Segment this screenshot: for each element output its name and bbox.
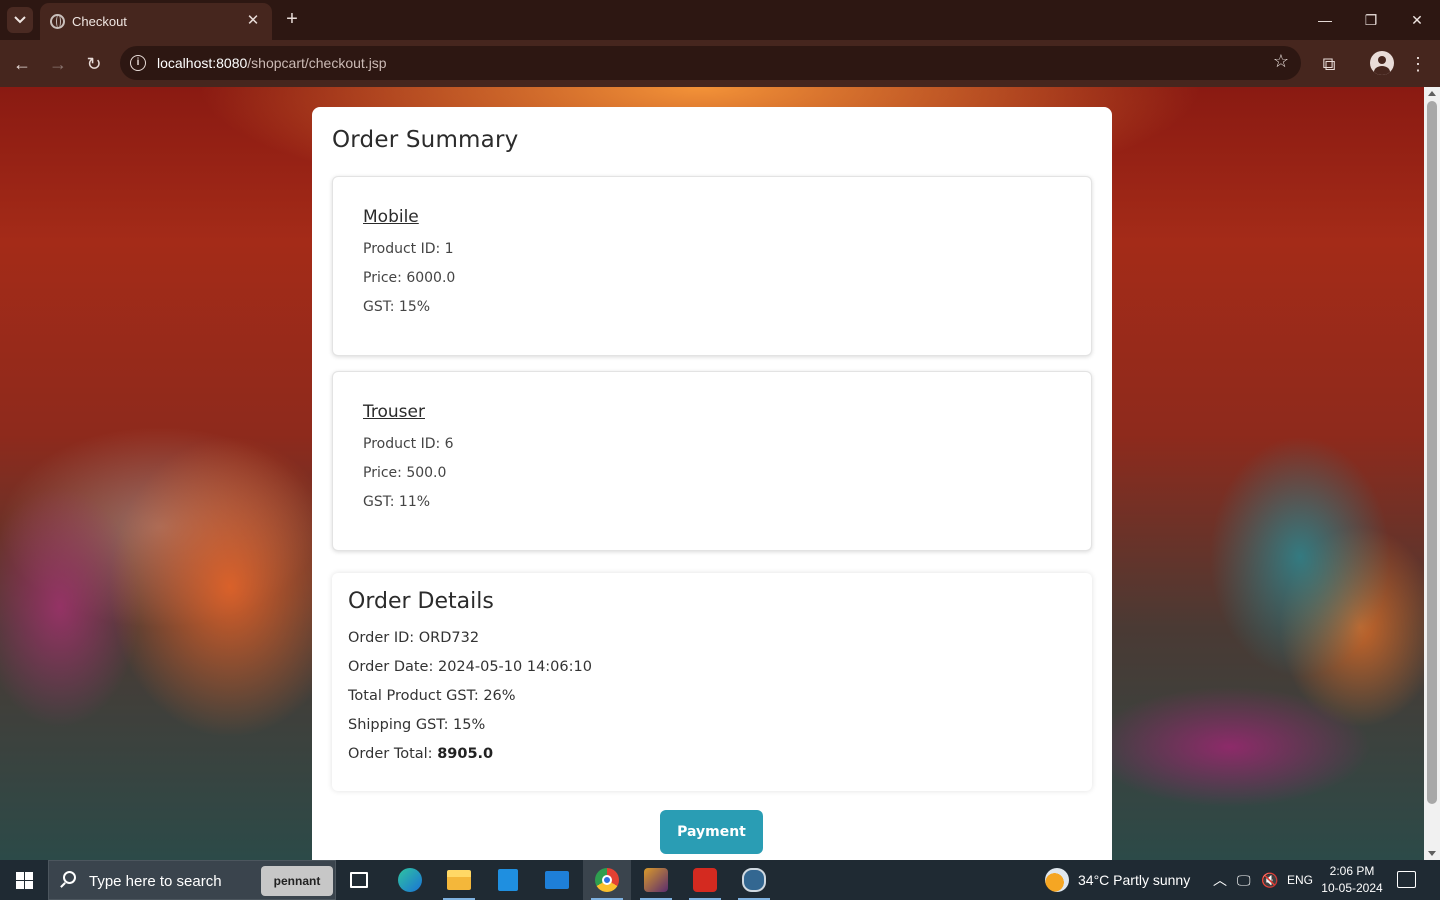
chrome-browser-icon[interactable] — [583, 860, 631, 900]
product-card: Trouser Product ID: 6 Price: 500.0 GST: … — [332, 371, 1092, 551]
search-placeholder: Type here to search — [89, 873, 222, 890]
mail-icon[interactable] — [533, 860, 581, 900]
product-name: Trouser — [363, 402, 425, 422]
url-text[interactable]: localhost:8080/shopcart/checkout.jsp — [157, 55, 387, 71]
globe-icon — [50, 14, 65, 29]
page-scrollbar[interactable] — [1424, 87, 1440, 860]
scroll-thumb[interactable] — [1427, 101, 1437, 804]
reload-icon[interactable]: ↻ — [80, 50, 108, 78]
forward-arrow-icon[interactable]: → — [44, 50, 72, 78]
tab-search-button[interactable] — [7, 7, 33, 33]
product-price: Price: 6000.0 — [363, 270, 456, 286]
product-id: Product ID: 1 — [363, 241, 454, 257]
tab-title: Checkout — [72, 14, 127, 29]
restore-button[interactable]: ❐ — [1357, 8, 1385, 32]
shipping-gst: Shipping GST: 15% — [348, 717, 486, 733]
notification-center-icon[interactable] — [1397, 871, 1416, 888]
product-id: Product ID: 6 — [363, 436, 454, 452]
address-bar[interactable]: i localhost:8080/shopcart/checkout.jsp ☆ — [120, 46, 1301, 80]
order-total: Order Total: 8905.0 — [348, 746, 493, 762]
product-gst: GST: 15% — [363, 299, 431, 315]
order-details-card: Order Details Order ID: ORD732 Order Dat… — [332, 573, 1092, 791]
browser-tab-bar: Checkout ✕ + — ❐ ✕ — [0, 0, 1440, 40]
new-tab-button[interactable]: + — [281, 9, 303, 29]
taskbar-search-box[interactable]: Type here to search pennant — [48, 860, 336, 900]
file-explorer-icon[interactable] — [435, 860, 483, 900]
clock-time: 2:06 PM — [1329, 864, 1375, 878]
pdf-reader-icon[interactable] — [681, 860, 729, 900]
product-gst: GST: 11% — [363, 494, 431, 510]
bookmark-star-icon[interactable]: ☆ — [1273, 51, 1289, 72]
weather-text[interactable]: 34°C Partly sunny — [1078, 860, 1190, 900]
product-card: Mobile Product ID: 1 Price: 6000.0 GST: … — [332, 176, 1092, 356]
extensions-puzzle-icon[interactable]: ⧉ — [1315, 50, 1343, 78]
profile-avatar-icon[interactable] — [1370, 51, 1394, 75]
weather-partly-sunny-icon[interactable] — [1045, 868, 1069, 892]
chevron-down-icon — [14, 16, 26, 24]
minimize-button[interactable]: — — [1311, 8, 1339, 32]
network-icon[interactable]: 🖵 — [1237, 860, 1251, 900]
order-details-title: Order Details — [348, 589, 494, 614]
volume-muted-icon[interactable]: 🔇 — [1261, 860, 1278, 900]
clock-date: 10-05-2024 — [1321, 881, 1383, 895]
postgresql-elephant-icon[interactable] — [730, 860, 778, 900]
browser-toolbar: ← → ↻ i localhost:8080/shopcart/checkout… — [0, 40, 1440, 87]
order-total-label: Order Total: — [348, 746, 433, 762]
close-tab-icon[interactable]: ✕ — [243, 11, 263, 31]
edge-browser-icon[interactable] — [386, 860, 434, 900]
page-title: Order Summary — [332, 127, 519, 153]
scroll-down-arrow-icon[interactable] — [1428, 851, 1436, 856]
site-info-icon[interactable]: i — [130, 55, 146, 71]
game-app-icon[interactable] — [632, 860, 680, 900]
taskbar-clock[interactable]: 2:06 PM 10-05-2024 — [1318, 863, 1386, 897]
windows-taskbar: Type here to search pennant 34°C Partly … — [0, 860, 1440, 900]
order-id: Order ID: ORD732 — [348, 630, 480, 646]
order-total-value: 8905.0 — [437, 746, 494, 762]
total-product-gst: Total Product GST: 26% — [348, 688, 516, 704]
microsoft-store-icon[interactable] — [484, 860, 532, 900]
payment-button[interactable]: Payment — [660, 810, 763, 854]
search-highlight-image[interactable]: pennant — [261, 866, 333, 896]
search-icon — [63, 871, 76, 884]
order-date: Order Date: 2024-05-10 14:06:10 — [348, 659, 592, 675]
language-indicator[interactable]: ENG — [1287, 860, 1313, 900]
back-arrow-icon[interactable]: ← — [8, 50, 36, 78]
close-window-button[interactable]: ✕ — [1403, 8, 1431, 32]
windows-start-icon[interactable] — [0, 860, 48, 900]
browser-tab[interactable]: Checkout ✕ — [40, 3, 272, 40]
show-hidden-icons-chevron-icon[interactable]: ︿ — [1213, 860, 1227, 900]
product-price: Price: 500.0 — [363, 465, 447, 481]
page-background: Order Summary Mobile Product ID: 1 Price… — [0, 87, 1424, 860]
more-menu-icon[interactable]: ⋮ — [1404, 50, 1432, 78]
task-view-icon[interactable] — [336, 860, 384, 900]
product-name: Mobile — [363, 207, 419, 227]
checkout-container: Order Summary Mobile Product ID: 1 Price… — [312, 107, 1112, 860]
scroll-up-arrow-icon[interactable] — [1428, 91, 1436, 96]
